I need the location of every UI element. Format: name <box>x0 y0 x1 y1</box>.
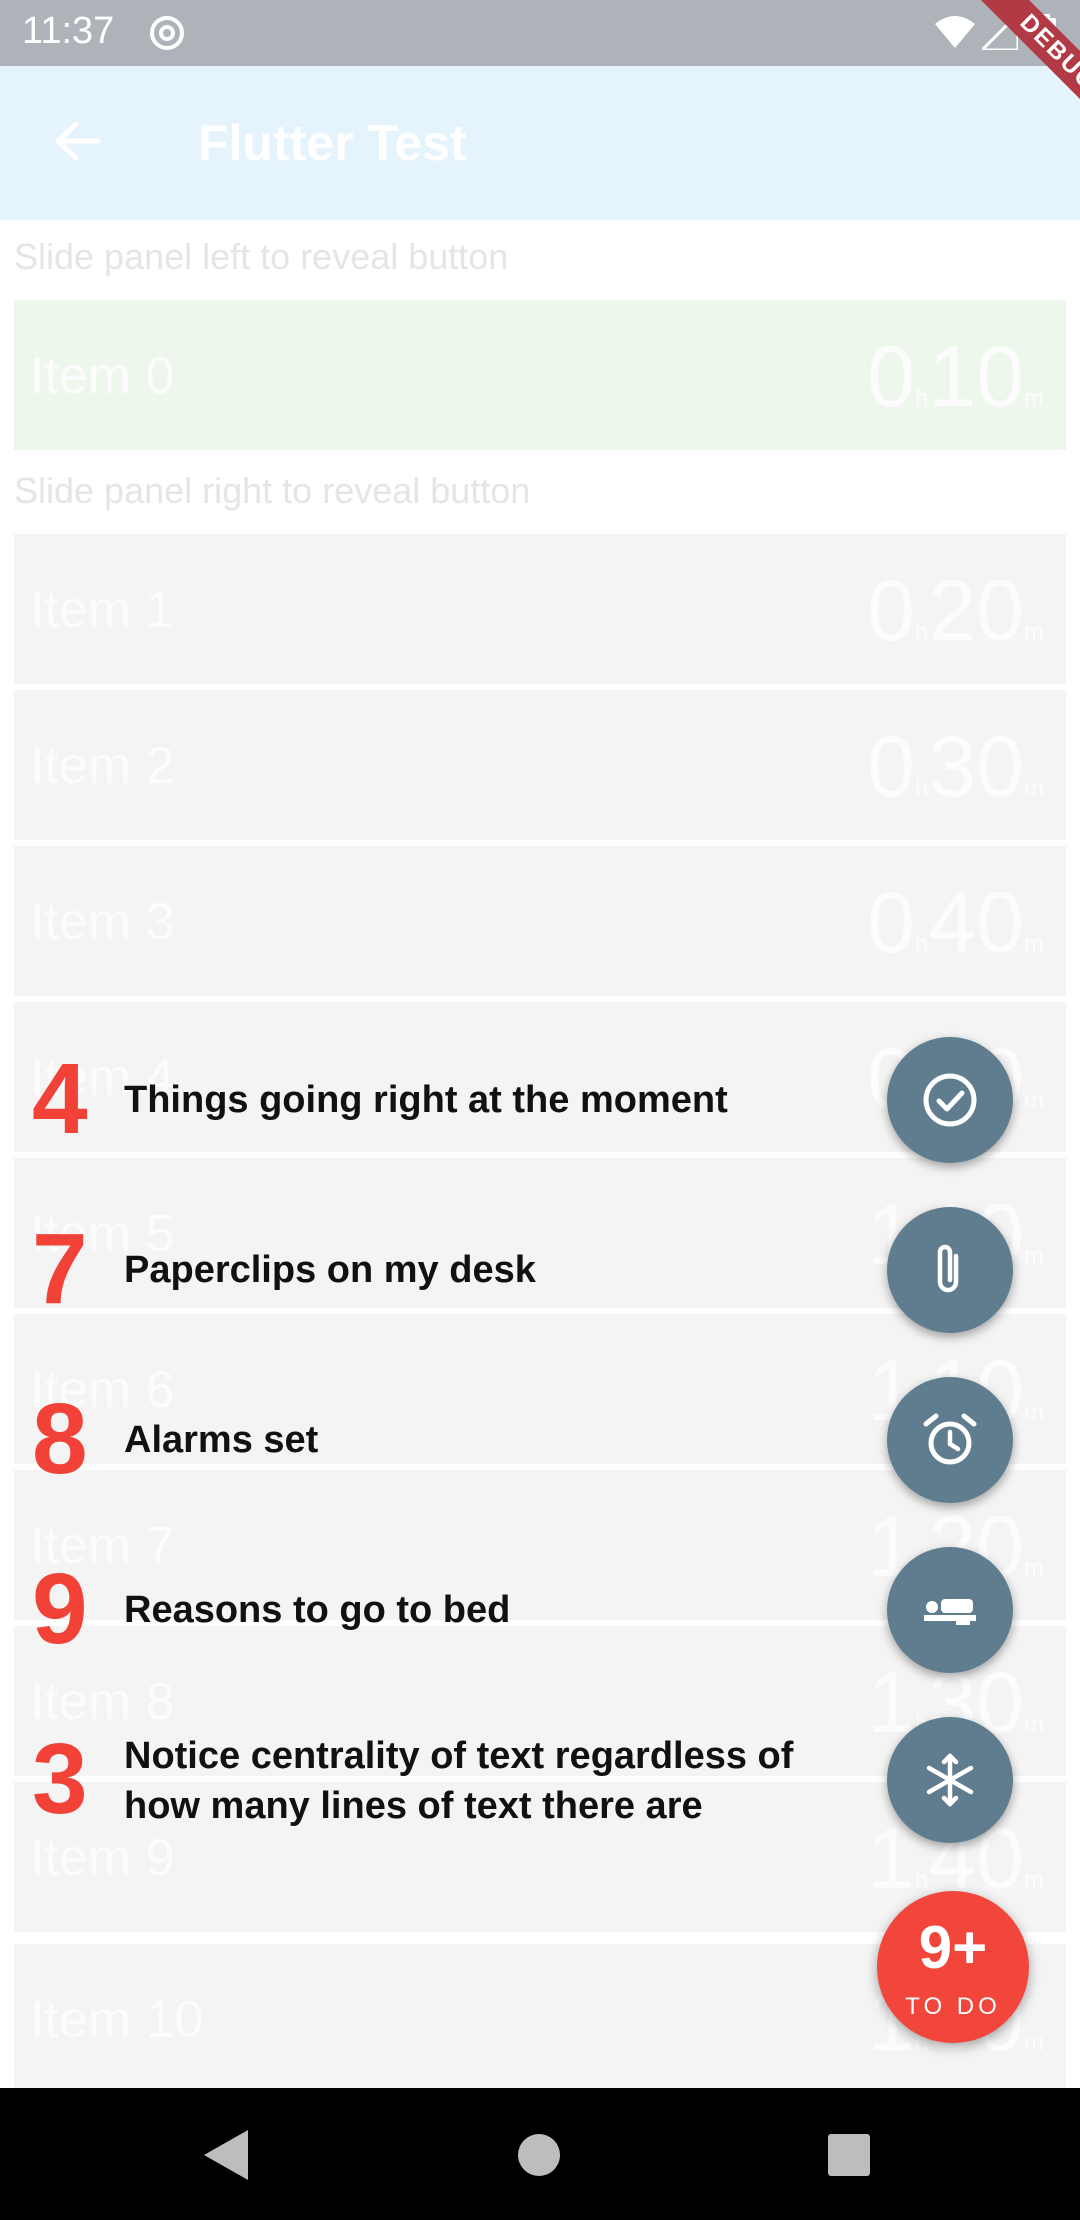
list-item[interactable]: Item 3 0h40m <box>14 846 1066 996</box>
item-count: 4 <box>32 1043 88 1155</box>
list-item-duration: 0h40m <box>867 875 1044 971</box>
todo-count: 9+ <box>918 1914 988 1981</box>
at-sign-icon <box>150 16 184 50</box>
nav-home-icon[interactable] <box>518 2134 560 2176</box>
item-text: Alarms set <box>124 1419 319 1461</box>
item-text: Paperclips on my desk <box>124 1249 536 1291</box>
check-fab-button[interactable] <box>887 1037 1013 1163</box>
bed-fab-button[interactable] <box>887 1547 1013 1673</box>
snowflake-icon <box>926 1753 974 1807</box>
todo-label: TO DO <box>905 1993 1001 2020</box>
speed-dial-item[interactable]: 9 Reasons to go to bed <box>0 1545 1080 1675</box>
list-item-label: Item 1 <box>30 581 175 639</box>
list-item-label: Item 10 <box>30 1991 204 2049</box>
speed-dial-item[interactable]: 7 Paperclips on my desk <box>0 1205 1080 1335</box>
back-arrow-icon[interactable] <box>52 116 102 166</box>
speed-dial-item[interactable]: 4 Things going right at the moment <box>0 1035 1080 1165</box>
nav-back-icon[interactable] <box>202 2128 250 2182</box>
hint-slide-left: Slide panel left to reveal button <box>14 236 509 277</box>
list-item-label: Item 2 <box>30 737 175 795</box>
battery-icon <box>1036 14 1056 50</box>
wifi-icon <box>935 16 975 48</box>
paperclip-icon <box>937 1244 959 1293</box>
item-count: 7 <box>32 1213 88 1325</box>
todo-fab-button[interactable]: 9+ TO DO <box>877 1891 1029 2043</box>
item-text: Notice centrality of text regardless of … <box>124 1735 794 1827</box>
item-text: Reasons to go to bed <box>124 1589 511 1631</box>
status-time: 11:37 <box>22 10 115 52</box>
item-text: Things going right at the moment <box>124 1079 728 1121</box>
snowflake-fab-button[interactable] <box>887 1717 1013 1843</box>
speed-dial-item[interactable]: 8 Alarms set <box>0 1375 1080 1505</box>
list-item-label: Item 0 <box>30 347 175 405</box>
bed-icon <box>924 1599 976 1625</box>
status-bar: 11:37 <box>0 0 1080 66</box>
system-nav-bar <box>0 2088 1080 2220</box>
signal-icon <box>982 14 1018 50</box>
list-item-duration: 0h30m <box>867 719 1044 815</box>
check-circle-icon <box>923 1073 977 1127</box>
alarm-fab-button[interactable] <box>887 1377 1013 1503</box>
nav-recents-icon[interactable] <box>828 2134 870 2176</box>
speed-dial-item[interactable]: 3 Notice centrality of text regardless o… <box>0 1715 1080 1845</box>
list-item-duration: 0h10m <box>867 329 1044 425</box>
app-bar: Flutter Test <box>0 66 1080 220</box>
list-item[interactable]: Item 0 0h10m <box>14 300 1066 450</box>
hint-slide-right: Slide panel right to reveal button <box>14 470 531 511</box>
paperclip-fab-button[interactable] <box>887 1207 1013 1333</box>
item-count: 3 <box>32 1723 88 1835</box>
alarm-clock-icon <box>923 1413 977 1465</box>
item-count: 9 <box>32 1553 88 1665</box>
list-item[interactable]: Item 2 0h30m <box>14 690 1066 840</box>
item-count: 8 <box>32 1383 88 1495</box>
list-item-label: Item 3 <box>30 893 175 951</box>
list-item-duration: 0h20m <box>867 563 1044 659</box>
list-item[interactable]: Item 1 0h20m <box>14 534 1066 684</box>
page-title: Flutter Test <box>198 115 467 171</box>
